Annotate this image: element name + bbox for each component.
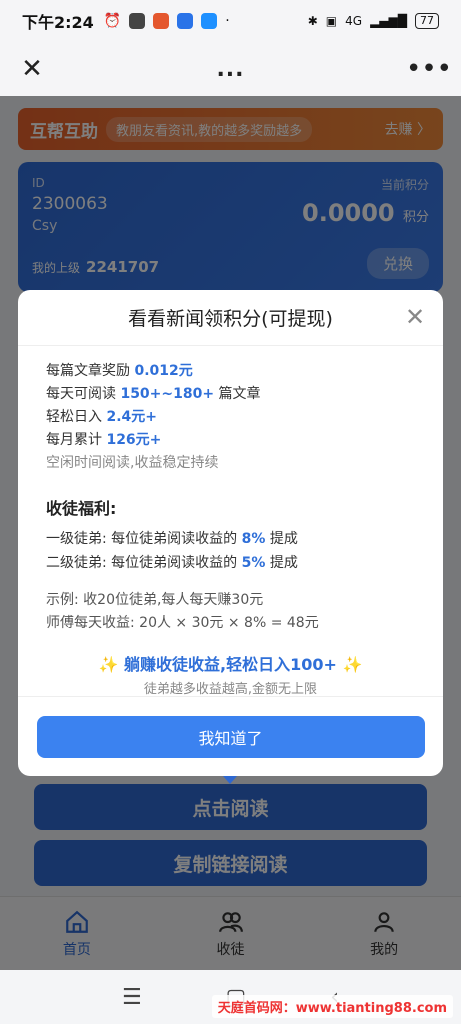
app-icon <box>153 13 170 29</box>
page-title: ... <box>216 56 245 82</box>
pointer-arrow-icon <box>223 776 237 784</box>
status-time: 下午2:24 <box>22 13 94 32</box>
reward-text: 每天可阅读 <box>46 386 121 402</box>
reward-text: 轻松日入 <box>46 409 107 425</box>
info-modal: 看看新闻领积分(可提现) ✕ 每篇文章奖励 0.012元 每天可阅读 150+~… <box>18 290 443 776</box>
hd-icon: ▣ <box>325 14 338 28</box>
battery-icon: 77 <box>415 13 439 29</box>
sparkle-icon: ✨ <box>98 655 119 674</box>
status-notification-icons: ⏰ · <box>104 13 230 29</box>
level-line: 一级徒弟: 每位徒弟阅读收益的 8% 提成 <box>46 527 415 551</box>
close-icon[interactable]: ✕ <box>403 305 427 330</box>
bluetooth-icon: ✱ <box>307 14 318 28</box>
top-nav: ✕ ... ••• <box>0 42 461 96</box>
reward-line: 轻松日入 2.4元+ <box>46 406 415 429</box>
menu-icon[interactable]: ☰ <box>122 985 142 1010</box>
level-value: 8% <box>241 531 266 547</box>
alarm-icon: ⏰ <box>103 13 122 29</box>
reward-line: 每篇文章奖励 0.012元 <box>46 360 415 383</box>
section-title: 收徒福利: <box>46 499 117 518</box>
level-text: 一级徒弟: 每位徒弟阅读收益的 <box>46 531 242 547</box>
level-value: 5% <box>241 555 266 571</box>
reward-text: 每月累计 <box>46 432 107 448</box>
promo-sub: 徒弟越多收益越高,金额无上限 <box>143 682 318 697</box>
app-icon <box>201 13 218 29</box>
status-right: ✱ ▣ 4G ▂▄▆█ 77 <box>308 13 439 29</box>
level-suffix: 提成 <box>265 531 298 547</box>
level-suffix: 提成 <box>265 555 298 571</box>
modal-footer: 我知道了 <box>18 696 443 776</box>
level-text: 二级徒弟: 每位徒弟阅读收益的 <box>46 555 242 571</box>
promo-main: ✨ 躺赚收徒收益,轻松日入100+ ✨ <box>46 651 415 675</box>
reward-value: 2.4元+ <box>106 409 157 425</box>
reward-line: 每月累计 126元+ <box>46 429 415 452</box>
status-bar: 下午2:24 ⏰ · ✱ ▣ 4G ▂▄▆█ 77 <box>0 0 461 42</box>
watermark: 天庭首码网：www.tianting88.com <box>211 995 453 1018</box>
reward-note: 空闲时间阅读,收益稳定持续 <box>46 455 219 471</box>
close-icon[interactable]: ✕ <box>14 51 50 87</box>
example-block: 示例: 收20位徒弟,每人每天赚30元 师傅每天收益: 20人 × 30元 × … <box>46 589 415 635</box>
reward-value: 150+~180+ <box>120 386 215 402</box>
acknowledge-button[interactable]: 我知道了 <box>36 715 425 758</box>
level-line: 二级徒弟: 每位徒弟阅读收益的 5% 提成 <box>46 551 415 575</box>
app-icon <box>177 13 194 29</box>
reward-line: 每天可阅读 150+~180+ 篇文章 <box>46 383 415 406</box>
reward-value: 0.012元 <box>134 363 193 379</box>
promo-block: ✨ 躺赚收徒收益,轻松日入100+ ✨ 徒弟越多收益越高,金额无上限 <box>46 651 415 697</box>
network-label: 4G <box>345 14 363 28</box>
reward-suffix: 篇文章 <box>214 386 261 402</box>
modal-title: 看看新闻领积分(可提现) <box>128 308 333 330</box>
sparkle-icon: ✨ <box>342 655 363 674</box>
more-dot-icon: · <box>225 13 230 29</box>
signal-icon: ▂▄▆█ <box>370 14 407 28</box>
app-icon <box>129 13 146 29</box>
modal-header: 看看新闻领积分(可提现) ✕ <box>18 290 443 346</box>
modal-body: 每篇文章奖励 0.012元 每天可阅读 150+~180+ 篇文章 轻松日入 2… <box>18 346 443 697</box>
reward-value: 126元+ <box>106 432 162 448</box>
promo-text: 躺赚收徒收益,轻松日入100+ <box>124 655 337 674</box>
more-options-icon[interactable]: ••• <box>406 51 452 87</box>
example-line: 师傅每天收益: 20人 × 30元 × 8% = 48元 <box>46 615 319 631</box>
example-line: 示例: 收20位徒弟,每人每天赚30元 <box>46 592 264 608</box>
reward-text: 每篇文章奖励 <box>46 363 135 379</box>
